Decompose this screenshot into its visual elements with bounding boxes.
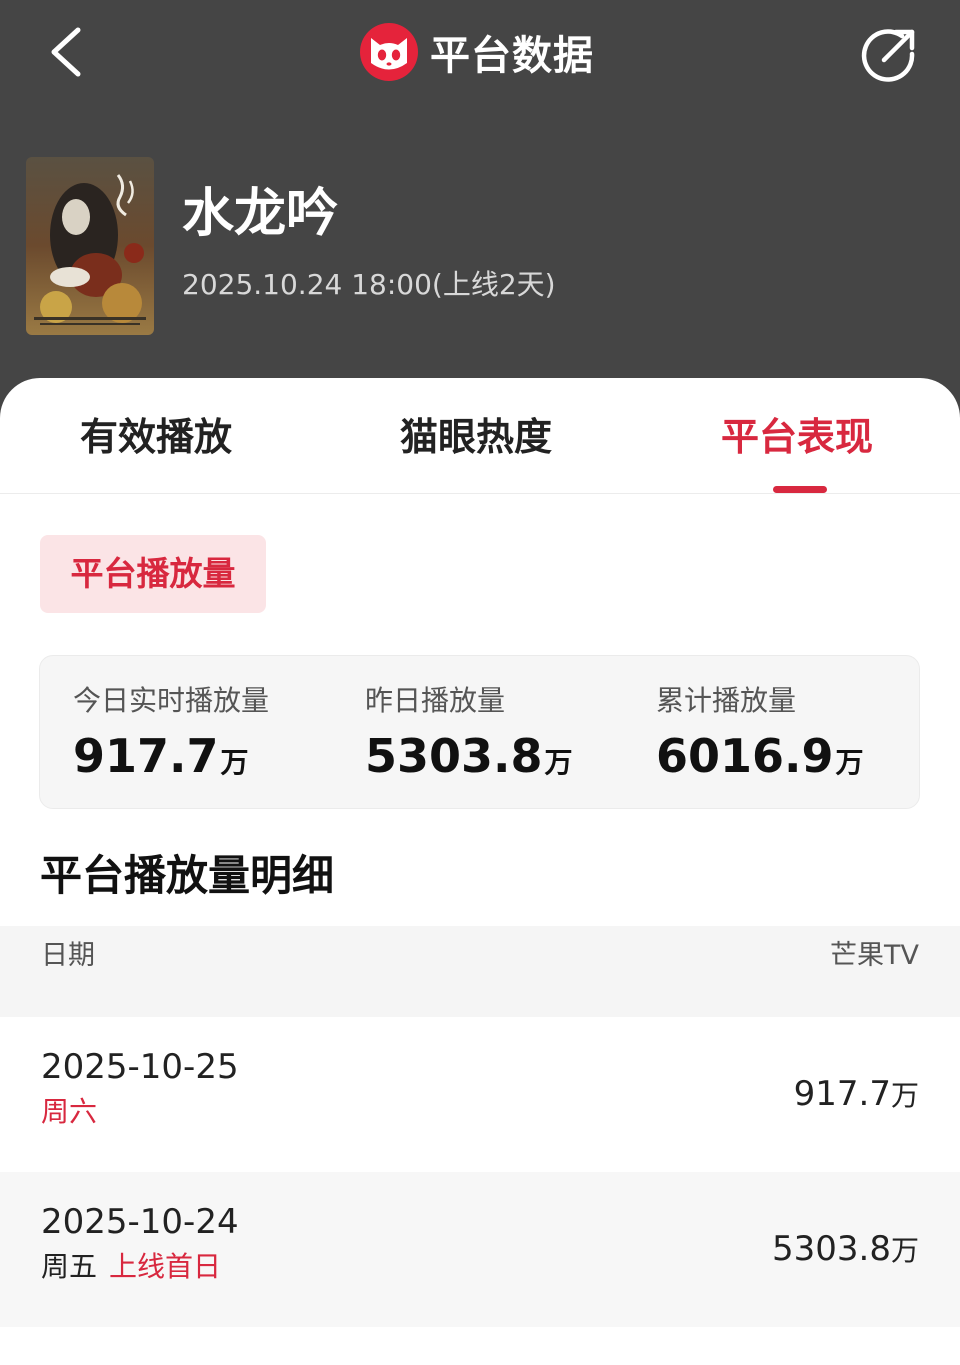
share-button[interactable] [858,24,920,86]
row-sub: 周五 上线首日 [41,1248,221,1286]
row-weekday: 周六 [41,1095,98,1128]
stat-number: 917.7 [73,729,219,783]
stat-unit: 万 [544,746,573,779]
table-header: 日期 芒果TV [0,926,960,1017]
stat-value: 917.7万 [73,730,269,793]
stat-label: 累计播放量 [656,684,797,717]
share-icon [861,29,915,82]
row-unit: 万 [890,1079,919,1112]
stat-value: 5303.8万 [365,730,573,793]
content-card: 有效播放 猫眼热度 平台表现 平台播放量 今日实时播放量 917.7万 昨日播放… [0,378,960,1365]
platform-plays-chip[interactable]: 平台播放量 [40,535,266,613]
row-date: 2025-10-24 [41,1202,239,1242]
first-day-tag: 上线首日 [109,1250,222,1283]
row-value: 5303.8万 [772,1227,919,1277]
stat-label: 昨日播放量 [365,684,506,717]
row-value: 917.7万 [794,1072,919,1122]
stat-total: 累计播放量 6016.9万 [656,682,864,793]
row-weekday: 周五 [41,1250,98,1283]
active-tab-indicator [773,486,827,493]
tab-bar: 有效播放 猫眼热度 平台表现 [0,378,960,494]
back-arrow-icon [51,27,81,77]
row-sub: 周六 [41,1093,97,1131]
row-number: 5303.8 [772,1229,891,1269]
show-title: 水龙吟 [182,184,339,244]
back-button[interactable] [40,22,100,82]
table-row: 2025-10-24 周五 上线首日 5303.8万 [0,1172,960,1327]
stat-yesterday: 昨日播放量 5303.8万 [365,682,573,793]
header: 平台数据 水龙吟 2025.10.24 18:00(上线2天) [0,0,960,420]
row-unit: 万 [890,1234,919,1267]
table-row: 2025-10-25 周六 917.7万 [0,1017,960,1172]
brand: 平台数据 [360,22,594,82]
row-number: 917.7 [793,1074,891,1114]
stat-number: 5303.8 [365,729,543,783]
tab-effective-plays[interactable]: 有效播放 [80,412,232,462]
stat-today: 今日实时播放量 917.7万 [73,682,269,793]
release-info: 2025.10.24 18:00(上线2天) [182,268,556,301]
stats-panel: 今日实时播放量 917.7万 昨日播放量 5303.8万 累计播放量 6016.… [39,655,920,809]
stat-number: 6016.9 [656,729,834,783]
stat-unit: 万 [220,746,249,779]
tab-maoyan-heat[interactable]: 猫眼热度 [400,412,552,462]
page-title: 平台数据 [430,33,594,79]
tab-platform-performance[interactable]: 平台表现 [721,412,873,462]
stat-unit: 万 [835,746,864,779]
detail-section-title: 平台播放量明细 [40,851,335,900]
column-header-platform: 芒果TV [830,940,919,971]
show-poster [26,157,154,335]
row-date: 2025-10-25 [41,1047,239,1087]
maoyan-cat-logo [360,23,418,81]
stat-label: 今日实时播放量 [73,684,270,717]
column-header-date: 日期 [41,940,95,971]
stat-value: 6016.9万 [656,730,864,793]
